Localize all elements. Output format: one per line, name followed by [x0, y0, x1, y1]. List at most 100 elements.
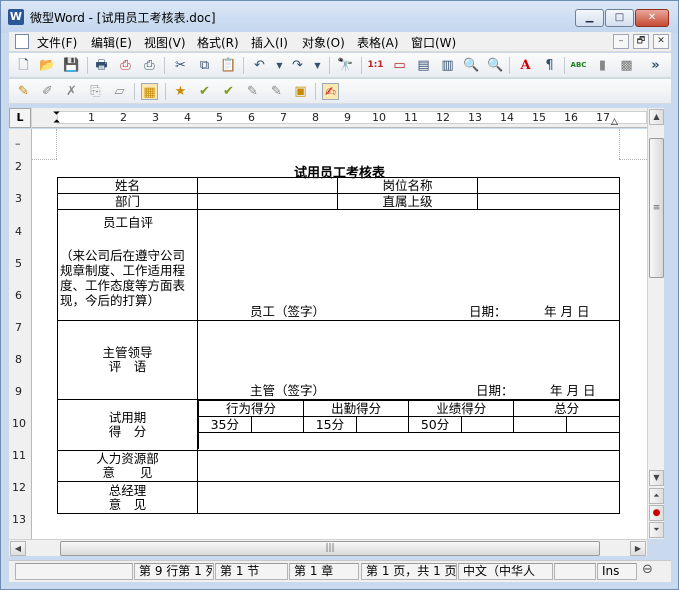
- attendance-score-header[interactable]: 出勤得分: [303, 400, 410, 417]
- print-preview-icon[interactable]: ⎙: [141, 57, 158, 74]
- more-icon[interactable]: »: [647, 57, 664, 74]
- vertical-scrollbar[interactable]: ▲ ≡ ▼ ⏶ ● ⏷: [647, 108, 664, 539]
- performance-score-value[interactable]: 50分: [408, 416, 462, 433]
- chart-icon[interactable]: ▮: [594, 57, 611, 74]
- total-score-value[interactable]: [513, 416, 567, 433]
- menu-object[interactable]: 对象(O): [302, 34, 345, 51]
- score-cell-empty[interactable]: [565, 416, 619, 433]
- select-browse-object-button[interactable]: ●: [649, 505, 664, 521]
- close-button[interactable]: ✕: [635, 9, 669, 27]
- position-label[interactable]: 岗位名称: [337, 177, 478, 194]
- next-page-button[interactable]: ⏷: [649, 522, 664, 538]
- hr-opinion-content-cell[interactable]: [197, 450, 620, 482]
- menu-format[interactable]: 格式(R): [197, 34, 239, 51]
- self-eval-content-cell[interactable]: 员工（签字） 日期： 年 月 日: [197, 209, 620, 321]
- name-label[interactable]: 姓名: [57, 177, 198, 194]
- behavior-score-header[interactable]: 行为得分: [197, 400, 305, 417]
- previous-page-button[interactable]: ⏶: [649, 488, 664, 504]
- check-icon[interactable]: ✔: [196, 83, 213, 100]
- save-icon[interactable]: 💾: [63, 57, 80, 74]
- scroll-down-button[interactable]: ▼: [649, 470, 664, 486]
- score-detail-cell[interactable]: 行为得分 出勤得分 业绩得分 总分 35分 15分 50分: [197, 399, 620, 451]
- horizontal-scrollbar[interactable]: ◀ ||| ▶: [9, 539, 647, 556]
- vertical-scroll-thumb[interactable]: ≡: [649, 138, 664, 278]
- vertical-ruler[interactable]: – 2 3 4 5 6 7 8 9 10 11 12 13: [9, 129, 32, 539]
- pencil-alt-icon[interactable]: ✎: [268, 83, 285, 100]
- gm-opinion-label-cell[interactable]: 总经理 意 见: [57, 481, 198, 514]
- maximize-button[interactable]: □: [605, 9, 634, 27]
- supervisor-value[interactable]: [477, 193, 620, 210]
- left-indent-marker[interactable]: ⏶: [53, 117, 60, 127]
- scroll-up-button[interactable]: ▲: [649, 109, 664, 125]
- status-insert-mode[interactable]: Ins: [597, 563, 637, 580]
- star-icon[interactable]: ★: [172, 83, 189, 100]
- open-icon[interactable]: 📂: [39, 57, 56, 74]
- performance-score-header[interactable]: 业绩得分: [408, 400, 515, 417]
- total-score-header[interactable]: 总分: [513, 400, 619, 417]
- pencil-icon[interactable]: ✎: [244, 83, 261, 100]
- undo-dropdown-icon[interactable]: ▼: [271, 57, 288, 74]
- department-value[interactable]: [197, 193, 338, 210]
- horizontal-scroll-thumb[interactable]: |||: [60, 541, 600, 556]
- print-icon[interactable]: 🖶: [93, 57, 110, 74]
- cut-icon[interactable]: ✂: [172, 57, 189, 74]
- minimize-button[interactable]: ▁: [575, 9, 604, 27]
- score-cell-empty[interactable]: [250, 416, 305, 433]
- copy-icon[interactable]: ⧉: [196, 57, 213, 74]
- score-blank-row[interactable]: [198, 432, 619, 449]
- right-indent-marker[interactable]: △: [611, 117, 618, 127]
- menu-window[interactable]: 窗口(W): [411, 34, 456, 51]
- probation-score-label-cell[interactable]: 试用期 得 分: [57, 399, 198, 451]
- two-page-icon[interactable]: ▥: [439, 57, 456, 74]
- insert-table-icon[interactable]: ▦: [141, 83, 158, 100]
- page-view-icon[interactable]: ▤: [415, 57, 432, 74]
- tab-selector[interactable]: L: [9, 108, 31, 128]
- paste-icon[interactable]: 📋: [220, 57, 237, 74]
- position-value[interactable]: [477, 177, 620, 194]
- font-color-icon[interactable]: A: [517, 57, 534, 74]
- edit-table-icon[interactable]: ✐: [39, 83, 56, 100]
- new-icon[interactable]: 🗋: [15, 57, 32, 74]
- redo-dropdown-icon[interactable]: ▼: [309, 57, 326, 74]
- merge-cells-icon[interactable]: ⎘: [87, 83, 104, 100]
- pdf-icon[interactable]: ⎙: [117, 57, 134, 74]
- horizontal-ruler[interactable]: ⏷ ⏶ △ 1 2 3 4 5 6 7 8 9 10 11 12 13 14 1…: [32, 108, 647, 128]
- undo-icon[interactable]: ↶: [251, 57, 268, 74]
- supervisor-label[interactable]: 直属上级: [337, 193, 478, 210]
- signature-icon[interactable]: ✍: [322, 83, 339, 100]
- document-page[interactable]: 试用员工考核表 姓名 岗位名称 部门 直属上级 员工自评 （来公司后在遵守公司规…: [32, 129, 647, 539]
- zoom-out-icon[interactable]: ⊖: [642, 562, 653, 577]
- behavior-score-value[interactable]: 35分: [198, 416, 252, 433]
- zoom-custom-icon[interactable]: 🔍: [487, 57, 504, 74]
- zoom-icon[interactable]: 🔍: [463, 57, 480, 74]
- draw-table-icon[interactable]: ✎: [15, 83, 32, 100]
- zoom-100-icon[interactable]: 1:1: [367, 57, 384, 74]
- document-icon[interactable]: [15, 34, 29, 49]
- name-value[interactable]: [197, 177, 338, 194]
- manager-eval-label-cell[interactable]: 主管领导 评 语: [57, 320, 198, 400]
- delete-table-icon[interactable]: ✗: [63, 83, 80, 100]
- check-alt-icon[interactable]: ✔: [220, 83, 237, 100]
- department-label[interactable]: 部门: [57, 193, 198, 210]
- doc-restore-button[interactable]: 🗗: [633, 34, 649, 49]
- gm-opinion-content-cell[interactable]: [197, 481, 620, 514]
- hr-opinion-label-cell[interactable]: 人力资源部 意 见: [57, 450, 198, 482]
- menu-view[interactable]: 视图(V): [144, 34, 186, 51]
- scroll-right-button[interactable]: ▶: [630, 541, 646, 556]
- format-icon[interactable]: ¶: [541, 57, 558, 74]
- layout-icon[interactable]: ▭: [391, 57, 408, 74]
- score-cell-empty[interactable]: [460, 416, 515, 433]
- menu-table[interactable]: 表格(A): [357, 34, 399, 51]
- redo-icon[interactable]: ↷: [289, 57, 306, 74]
- spellcheck-icon[interactable]: ABC: [570, 57, 587, 74]
- doc-close-button[interactable]: ✕: [653, 34, 669, 49]
- word-app-icon[interactable]: W: [8, 9, 24, 25]
- menu-edit[interactable]: 编辑(E): [91, 34, 132, 51]
- scroll-left-button[interactable]: ◀: [10, 541, 26, 556]
- manager-eval-content-cell[interactable]: 主管（签字） 日期： 年 月 日: [197, 320, 620, 400]
- split-cells-icon[interactable]: ▱: [111, 83, 128, 100]
- doc-minimize-button[interactable]: –: [613, 34, 629, 49]
- menu-file[interactable]: 文件(F): [37, 34, 77, 51]
- score-cell-empty[interactable]: [355, 416, 410, 433]
- attendance-score-value[interactable]: 15分: [303, 416, 357, 433]
